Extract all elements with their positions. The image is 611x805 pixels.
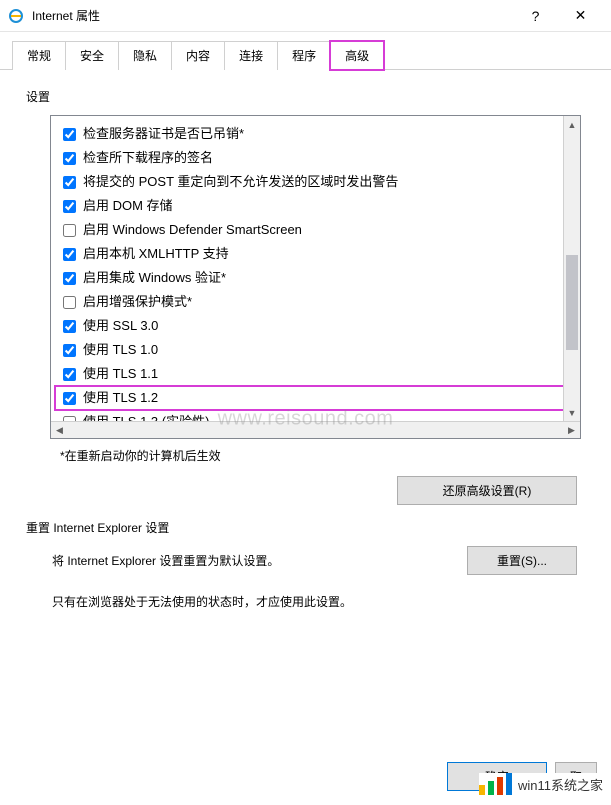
settings-item[interactable]: 检查所下载程序的签名 [55, 146, 576, 170]
settings-item-label: 使用 SSL 3.0 [83, 316, 158, 336]
settings-listbox: 检查服务器证书是否已吊销* 检查所下载程序的签名将提交的 POST 重定向到不允许… [50, 115, 581, 439]
scroll-right-icon[interactable]: ▶ [563, 422, 580, 439]
hscroll-track[interactable] [68, 422, 563, 438]
scroll-up-icon[interactable]: ▲ [564, 116, 580, 133]
tab-general[interactable]: 常规 [12, 41, 66, 70]
settings-item[interactable]: 使用 TLS 1.0 [55, 338, 576, 362]
settings-checkbox[interactable] [63, 320, 76, 333]
tab-advanced[interactable]: 高级 [330, 41, 384, 70]
horizontal-scrollbar[interactable]: ◀ ▶ [51, 421, 580, 438]
settings-item-label: 检查服务器证书是否已吊销* [83, 124, 244, 144]
help-button[interactable]: ? [513, 2, 558, 30]
settings-checkbox[interactable] [63, 368, 76, 381]
settings-item[interactable]: 将提交的 POST 重定向到不允许发送的区域时发出警告 [55, 170, 576, 194]
tab-programs[interactable]: 程序 [277, 41, 331, 70]
settings-item[interactable]: 启用增强保护模式* [55, 290, 576, 314]
settings-checkbox[interactable] [63, 200, 76, 213]
settings-item-label: 启用增强保护模式* [83, 292, 192, 312]
settings-checkbox[interactable] [63, 248, 76, 261]
titlebar: Internet 属性 ? ✕ [0, 0, 611, 32]
tab-content-area: 设置 检查服务器证书是否已吊销* 检查所下载程序的签名将提交的 POST 重定向到… [0, 70, 611, 680]
settings-item-label: 启用集成 Windows 验证* [83, 268, 226, 288]
reset-description: 将 Internet Explorer 设置重置为默认设置。 [52, 552, 279, 569]
settings-checkbox[interactable] [63, 296, 76, 309]
settings-item[interactable]: 使用 SSL 3.0 [55, 314, 576, 338]
settings-group-label: 设置 [20, 88, 591, 105]
restart-note: *在重新启动你的计算机后生效 [60, 447, 591, 464]
settings-item[interactable]: 启用 Windows Defender SmartScreen [55, 218, 576, 242]
window-title: Internet 属性 [32, 7, 513, 24]
settings-item-label: 使用 TLS 1.1 [83, 364, 158, 384]
settings-checkbox[interactable] [63, 128, 76, 141]
scroll-down-icon[interactable]: ▼ [564, 404, 580, 421]
settings-list: 检查服务器证书是否已吊销* 检查所下载程序的签名将提交的 POST 重定向到不允许… [51, 116, 580, 421]
settings-checkbox[interactable] [63, 176, 76, 189]
reset-row: 将 Internet Explorer 设置重置为默认设置。 重置(S)... [20, 546, 591, 575]
settings-item[interactable]: 启用集成 Windows 验证* [55, 266, 576, 290]
tab-strip: 常规 安全 隐私 内容 连接 程序 高级 [0, 32, 611, 70]
ie-icon [8, 8, 24, 24]
tab-connections[interactable]: 连接 [224, 41, 278, 70]
settings-item[interactable]: 启用本机 XMLHTTP 支持 [55, 242, 576, 266]
settings-checkbox[interactable] [63, 272, 76, 285]
scroll-left-icon[interactable]: ◀ [51, 422, 68, 439]
brand-text: win11系统之家 [518, 775, 603, 794]
vertical-scrollbar[interactable]: ▲ ▼ [563, 116, 580, 421]
close-button[interactable]: ✕ [558, 2, 603, 30]
tab-security[interactable]: 安全 [65, 41, 119, 70]
settings-checkbox[interactable] [63, 224, 76, 237]
settings-item-label: 启用 DOM 存储 [83, 196, 173, 216]
restore-advanced-button[interactable]: 还原高级设置(R) [397, 476, 577, 505]
settings-checkbox[interactable] [63, 152, 76, 165]
tab-content[interactable]: 内容 [171, 41, 225, 70]
restore-row: 还原高级设置(R) [20, 476, 591, 505]
settings-checkbox[interactable] [63, 392, 76, 405]
reset-button[interactable]: 重置(S)... [467, 546, 577, 575]
settings-item-label: 使用 TLS 1.0 [83, 340, 158, 360]
settings-item[interactable]: 使用 TLS 1.3 (实验性) [55, 410, 576, 421]
settings-item-label: 使用 TLS 1.2 [83, 388, 158, 408]
settings-item-label: 启用本机 XMLHTTP 支持 [83, 244, 229, 264]
footer-brand: win11系统之家 [479, 773, 603, 795]
scroll-track[interactable] [564, 133, 580, 404]
settings-item-label: 检查所下载程序的签名 [83, 148, 213, 168]
reset-section-label: 重置 Internet Explorer 设置 [26, 519, 591, 536]
settings-item[interactable]: 检查服务器证书是否已吊销* [55, 122, 576, 146]
scroll-thumb[interactable] [566, 255, 578, 350]
settings-item-label: 启用 Windows Defender SmartScreen [83, 220, 302, 240]
settings-item[interactable]: 使用 TLS 1.1 [55, 362, 576, 386]
settings-item[interactable]: 启用 DOM 存储 [55, 194, 576, 218]
brand-logo-icon [479, 773, 512, 795]
settings-item-label: 使用 TLS 1.3 (实验性) [83, 412, 209, 421]
settings-item-label: 将提交的 POST 重定向到不允许发送的区域时发出警告 [83, 172, 398, 192]
settings-checkbox[interactable] [63, 344, 76, 357]
tab-privacy[interactable]: 隐私 [118, 41, 172, 70]
reset-info: 只有在浏览器处于无法使用的状态时，才应使用此设置。 [20, 593, 591, 610]
settings-item[interactable]: 使用 TLS 1.2 [55, 386, 576, 410]
